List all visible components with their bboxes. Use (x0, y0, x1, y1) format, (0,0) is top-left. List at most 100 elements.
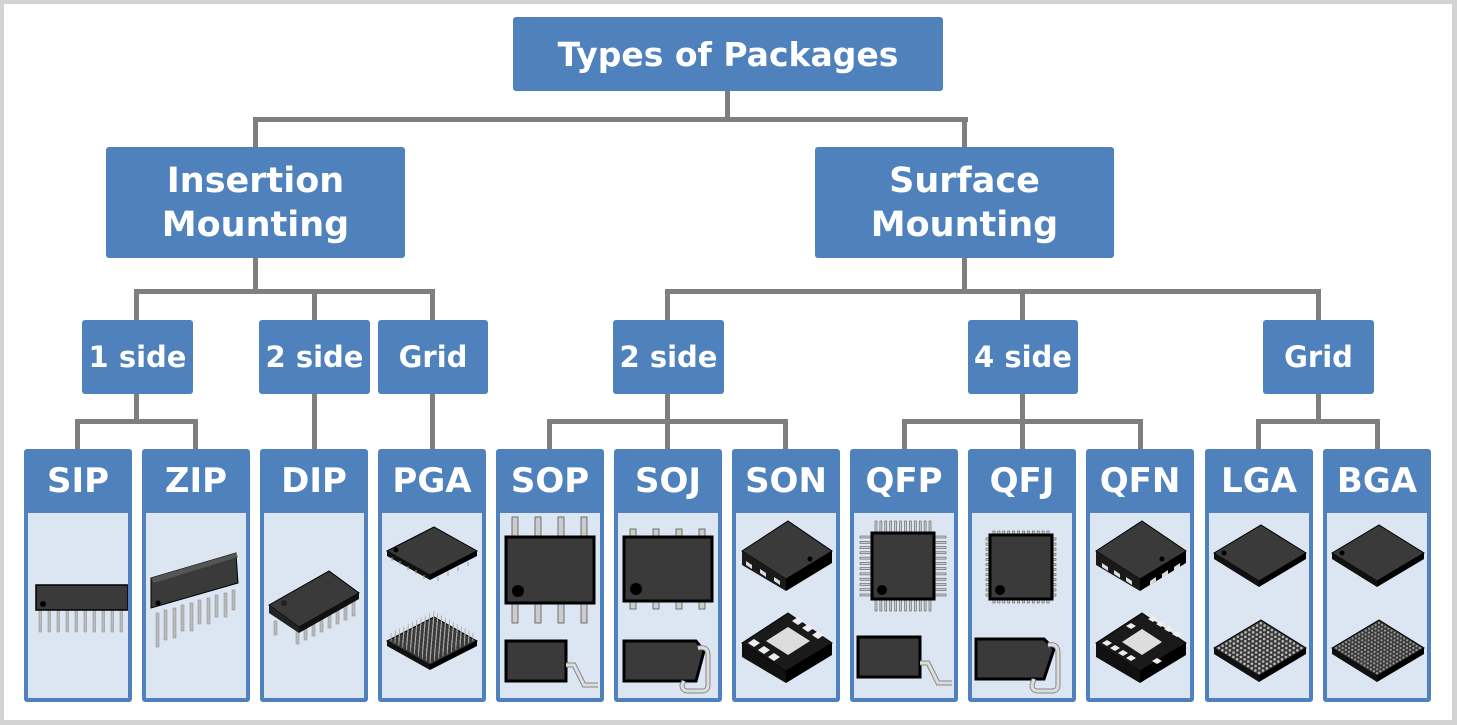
connector (665, 392, 670, 422)
category-label-line1: Insertion (166, 160, 345, 201)
subgroup-grid: Grid (1263, 320, 1374, 394)
connector (134, 392, 139, 422)
qfj-package-icon (974, 530, 1061, 694)
package-name: QFP (865, 461, 943, 501)
subgroup-2-side: 2 side (259, 320, 370, 394)
connector (1316, 289, 1321, 321)
package-name: SOP (510, 461, 590, 501)
qfp-package-icon (856, 520, 952, 686)
pga-package-icon (385, 526, 479, 670)
package-name: QFN (1099, 461, 1181, 501)
package-name: SON (745, 461, 827, 501)
subgroup-label: 4 side (974, 340, 1072, 374)
connector (1020, 289, 1025, 321)
package-card-soj: SOJ (614, 449, 722, 702)
package-card-sop: SOP (496, 449, 604, 702)
package-card-sip: SIP (24, 449, 132, 702)
package-image-panel (264, 513, 364, 698)
package-card-qfp: QFP (850, 449, 958, 702)
subgroup-label: 2 side (265, 340, 364, 374)
subgroup-4-side: 4 side (968, 320, 1078, 394)
connector (134, 289, 139, 321)
subgroup-1-side: 1 side (82, 320, 193, 394)
package-card-pga: PGA (378, 449, 486, 702)
connector (312, 289, 317, 321)
package-image-panel (972, 513, 1072, 698)
lga-package-icon (1213, 524, 1307, 682)
connector (430, 289, 435, 321)
connector (665, 289, 670, 321)
connector (430, 392, 435, 450)
package-name: SOJ (634, 461, 702, 501)
category-insertion-mounting: Insertion Mounting (106, 147, 405, 258)
connector (312, 392, 317, 450)
connector (253, 117, 258, 149)
package-image-panel (854, 513, 954, 698)
package-image-panel (146, 513, 246, 698)
connector (962, 257, 967, 292)
package-image-panel (618, 513, 718, 698)
connector (902, 419, 907, 450)
qfn-package-icon (1095, 520, 1187, 683)
connector (547, 419, 552, 450)
connector (253, 257, 258, 292)
package-name: DIP (281, 461, 347, 501)
connector (1256, 419, 1261, 450)
root-label: Types of Packages (557, 34, 899, 74)
bga-package-icon (1331, 524, 1425, 682)
subgroup-label: 2 side (619, 340, 718, 374)
connector (665, 419, 670, 450)
package-card-qfn: QFN (1086, 449, 1194, 702)
package-card-son: SON (732, 449, 840, 702)
connector (193, 419, 198, 450)
package-image-panel (28, 513, 128, 698)
package-name: QFJ (989, 461, 1055, 501)
package-name: LGA (1221, 461, 1297, 501)
package-image-panel (382, 513, 482, 698)
category-surface-mounting: Surface Mounting (815, 147, 1114, 258)
connector (725, 90, 730, 120)
package-card-bga: BGA (1323, 449, 1431, 702)
connector (1256, 419, 1380, 424)
connector (75, 419, 198, 424)
connector (134, 289, 435, 294)
sip-package-icon (35, 584, 128, 633)
connector (1020, 392, 1025, 422)
connector (1138, 419, 1143, 450)
root-node: Types of Packages (513, 17, 943, 91)
subgroup-label: Grid (398, 340, 468, 374)
category-label-line1: Surface (889, 160, 1040, 201)
package-card-zip: ZIP (142, 449, 250, 702)
connector (1020, 419, 1025, 450)
package-card-dip: DIP (260, 449, 368, 702)
package-image-panel (1090, 513, 1190, 698)
package-image-panel (500, 513, 600, 698)
subgroup-label: Grid (1284, 340, 1353, 374)
connector (783, 419, 788, 450)
package-image-panel (1209, 513, 1309, 698)
connector (665, 289, 1321, 294)
connector (962, 117, 967, 149)
package-card-qfj: QFJ (968, 449, 1076, 702)
subgroup-label: 1 side (88, 340, 187, 374)
connector (253, 117, 968, 122)
connector (1375, 419, 1380, 450)
soj-package-icon (622, 528, 714, 694)
sop-package-icon (504, 516, 598, 688)
son-package-icon (741, 520, 833, 683)
package-name: PGA (392, 461, 472, 501)
connector (1316, 392, 1321, 422)
package-name: BGA (1336, 461, 1418, 501)
package-image-panel (1327, 513, 1427, 698)
subgroup-grid: Grid (378, 320, 488, 394)
zip-package-icon (150, 552, 239, 648)
dip-package-icon (268, 570, 360, 645)
connector (75, 419, 80, 450)
category-label-line2: Mounting (870, 204, 1059, 245)
package-image-panel (736, 513, 836, 698)
package-name: ZIP (164, 461, 228, 501)
package-card-lga: LGA (1205, 449, 1313, 702)
package-name: SIP (46, 461, 110, 501)
category-label-line2: Mounting (161, 204, 350, 245)
subgroup-2-side: 2 side (613, 320, 724, 394)
